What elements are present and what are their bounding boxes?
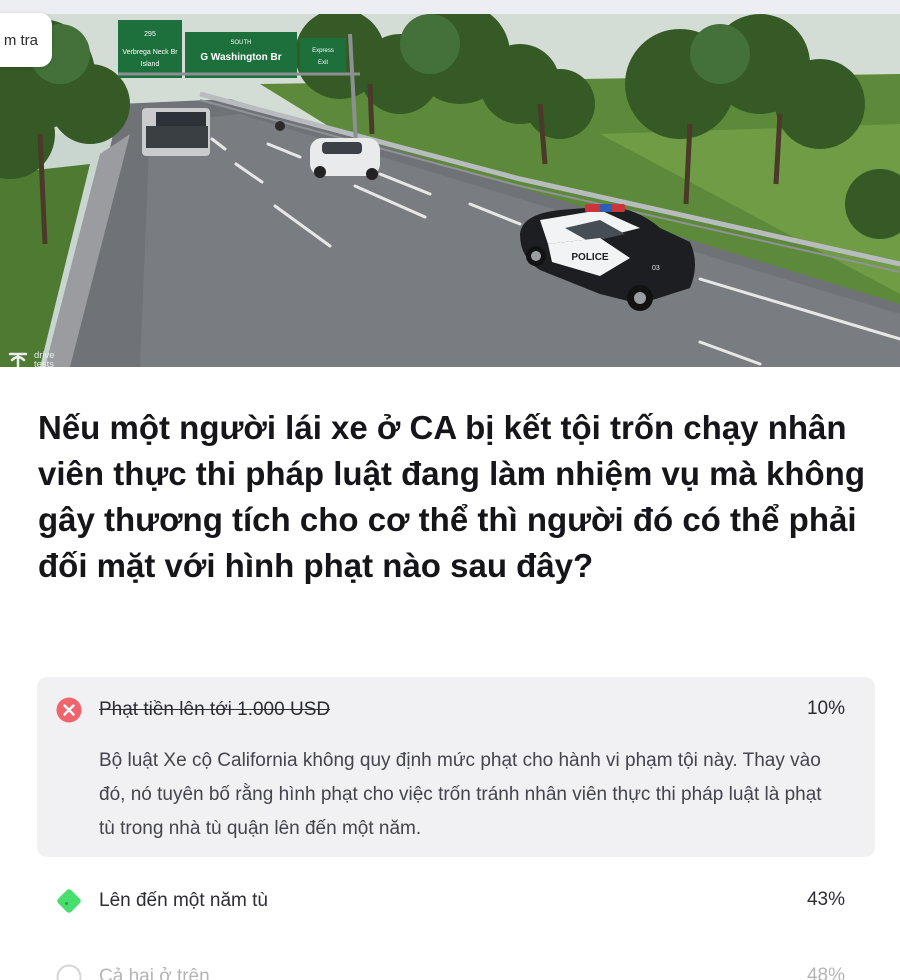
radio-circle-icon (56, 964, 82, 980)
answer-percent: 48% (806, 965, 845, 980)
correct-diamond-icon (57, 889, 81, 913)
sign-left-text-1: Verbrega Neck Br (122, 49, 178, 56)
answer-label: Cả hai ở trên (99, 966, 210, 980)
answer-percent: 43% (806, 889, 845, 910)
answer-label: Lên đến một năm tù (99, 890, 268, 911)
sign-mid-text: G Washington Br (200, 52, 281, 63)
hero-image: 295 Verbrega Neck Br Island SOUTH G Wash… (0, 14, 900, 367)
police-car-text: POLICE (571, 252, 609, 263)
sign-left-text-2: Island (141, 61, 160, 68)
drivetests-logo-icon (8, 352, 28, 367)
sign-left-top: 295 (144, 31, 156, 38)
wrong-x-icon (56, 697, 82, 723)
answer-option-3[interactable]: Cả hai ở trên 48% (37, 944, 875, 980)
test-badge-label: m tra (3, 31, 38, 49)
watermark: drive tests (8, 350, 55, 367)
top-strip (0, 0, 900, 14)
answer-explanation: Bộ luật Xe cộ California không quy định … (99, 750, 822, 839)
question-text: Nếu một người lái xe ở CA bị kết tội trố… (38, 409, 865, 584)
answer-percent: 10% (806, 698, 845, 719)
sign-mid-top: SOUTH (231, 40, 252, 46)
answer-option-2[interactable]: Lên đến một năm tù 43% (37, 868, 875, 932)
sign-right-text-2: Exit (318, 60, 328, 66)
sign-right-text-1: Express (312, 48, 334, 54)
watermark-line-2: tests (34, 359, 55, 367)
answer-label: Phạt tiền lên tới 1.000 USD (99, 699, 331, 720)
police-car-number: 03 (652, 265, 660, 272)
test-badge[interactable]: m tra (0, 13, 52, 67)
answer-option-1[interactable]: Phạt tiền lên tới 1.000 USD 10% Bộ luật … (37, 677, 875, 857)
